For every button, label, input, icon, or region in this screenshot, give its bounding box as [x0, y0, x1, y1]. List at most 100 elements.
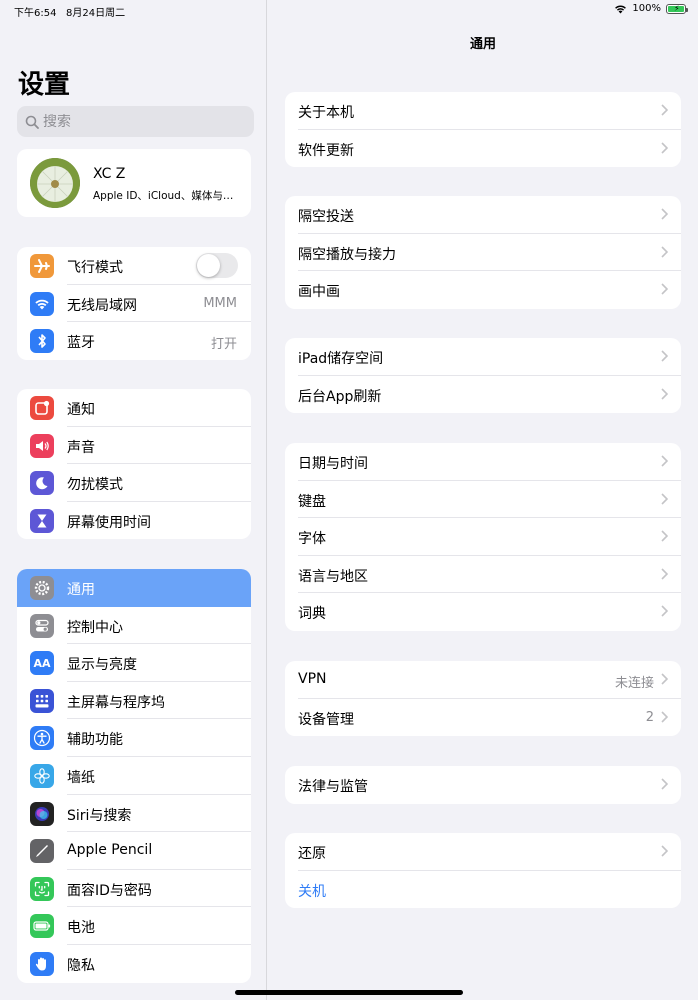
sidebar-item-siri[interactable]: Siri与搜索: [17, 795, 251, 833]
chevron-right-icon: [661, 845, 668, 857]
row-label: 隔空投送: [298, 209, 354, 225]
sidebar: 设置 XC Z Apple ID、iCloud、媒体与…: [0, 0, 267, 1000]
sidebar-item-sound[interactable]: 声音: [17, 427, 251, 465]
settings-group-reset: 还原 关机: [285, 833, 681, 909]
settings-row-keyboard[interactable]: 键盘: [285, 481, 681, 519]
sidebar-item-wallpaper[interactable]: 墙纸: [17, 757, 251, 795]
row-label: 后台App刷新: [298, 388, 382, 405]
vpn-status-value: 未连接: [614, 676, 654, 691]
status-right: 100% ⚡: [614, 3, 688, 14]
settings-group-legal: 法律与监管: [285, 766, 681, 804]
search-field[interactable]: [17, 106, 254, 137]
sidebar-item-label: 通知: [67, 402, 95, 418]
sidebar-item-accessibility[interactable]: 辅助功能: [17, 719, 251, 757]
settings-group-date-keyboard: 日期与时间 键盘 字体 语言与地区 词典: [285, 443, 681, 631]
settings-row-picture-in-picture[interactable]: 画中画: [285, 271, 681, 309]
settings-row-dictionary[interactable]: 词典: [285, 593, 681, 631]
settings-group-storage: iPad储存空间 后台App刷新: [285, 338, 681, 414]
wallpaper-icon: [30, 763, 54, 788]
sidebar-item-label: Siri与搜索: [67, 807, 132, 824]
sidebar-item-label: 蓝牙: [67, 335, 95, 352]
bluetooth-value: 打开: [210, 337, 237, 353]
sidebar-item-privacy[interactable]: 隐私: [17, 945, 251, 983]
search-icon: [25, 115, 39, 129]
sidebar-item-screen-time[interactable]: 屏幕使用时间: [17, 502, 251, 540]
page-title: 通用: [469, 37, 496, 52]
home-screen-icon: [30, 688, 54, 713]
sidebar-item-label: 控制中心: [67, 619, 123, 636]
siri-icon: [30, 801, 54, 826]
settings-row-airplay-handoff[interactable]: 隔空播放与接力: [285, 234, 681, 272]
settings-row-about[interactable]: 关于本机: [285, 92, 681, 130]
chevron-right-icon: [661, 350, 668, 362]
settings-row-background-refresh[interactable]: 后台App刷新: [285, 376, 681, 414]
settings-row-vpn[interactable]: VPN 未连接: [285, 661, 681, 699]
chevron-right-icon: [661, 673, 668, 685]
sidebar-item-label: 主屏幕与程序坞: [67, 694, 165, 711]
bluetooth-icon: [30, 329, 54, 354]
battery-percent: 100%: [632, 3, 661, 14]
sidebar-item-label: 声音: [67, 439, 95, 456]
settings-row-reset[interactable]: 还原: [285, 833, 681, 871]
notifications-group: 通知 声音 勿扰模式 屏幕使用时间: [17, 389, 251, 540]
settings-row-fonts[interactable]: 字体: [285, 518, 681, 556]
sidebar-item-label: 勿扰模式: [67, 477, 123, 494]
wifi-status-icon: [615, 5, 627, 13]
sidebar-item-airplane-mode[interactable]: 飞行模式: [17, 247, 251, 285]
row-label: 画中画: [298, 284, 340, 301]
sidebar-item-wifi[interactable]: 无线局域网 MMM: [17, 285, 251, 323]
settings-group-vpn: VPN 未连接 设备管理 2: [285, 661, 681, 737]
shut-down-button[interactable]: 关机: [285, 871, 681, 909]
row-label: 日期与时间: [298, 456, 368, 472]
device-management-count: 2: [645, 709, 654, 725]
moon-icon: [30, 471, 54, 496]
settings-row-date-time[interactable]: 日期与时间: [285, 443, 681, 481]
sound-icon: [30, 433, 54, 458]
battery-icon: [30, 914, 54, 939]
sidebar-item-home-screen[interactable]: 主屏幕与程序坞: [17, 682, 251, 720]
row-label: 词典: [298, 606, 326, 623]
sidebar-item-display[interactable]: AA 显示与亮度: [17, 644, 251, 682]
sidebar-item-face-id[interactable]: 面容ID与密码: [17, 870, 251, 908]
settings-row-legal[interactable]: 法律与监管: [285, 766, 681, 804]
airplane-mode-toggle[interactable]: [196, 253, 238, 278]
sidebar-item-label: 墙纸: [67, 769, 95, 786]
chevron-right-icon: [661, 711, 668, 723]
chevron-right-icon: [661, 283, 668, 295]
pencil-icon: [30, 839, 54, 864]
apple-id-profile[interactable]: XC Z Apple ID、iCloud、媒体与…: [17, 149, 251, 217]
sidebar-item-control-center[interactable]: 控制中心: [17, 607, 251, 645]
sidebar-item-general[interactable]: 通用: [17, 569, 251, 607]
settings-group-airdrop: 隔空投送 隔空播放与接力 画中画: [285, 196, 681, 309]
settings-row-software-update[interactable]: 软件更新: [285, 130, 681, 168]
sidebar-item-bluetooth[interactable]: 蓝牙 打开: [17, 322, 251, 360]
system-group: 通用 控制中心 AA 显示与亮度 主屏幕与程序坞 辅助功能 墙纸 Siri与搜索…: [17, 569, 251, 983]
search-input[interactable]: [43, 113, 243, 130]
airplane-icon: [30, 254, 54, 278]
status-time: 下午6:54: [14, 8, 57, 19]
chevron-right-icon: [661, 530, 668, 542]
avatar: [30, 158, 80, 208]
settings-row-airdrop[interactable]: 隔空投送: [285, 196, 681, 234]
sidebar-item-label: 面容ID与密码: [67, 882, 152, 899]
chevron-right-icon: [661, 455, 668, 467]
hand-icon: [30, 951, 54, 976]
sidebar-item-battery[interactable]: 电池: [17, 907, 251, 945]
control-center-icon: [30, 613, 54, 638]
home-indicator[interactable]: [235, 990, 463, 995]
settings-row-language-region[interactable]: 语言与地区: [285, 556, 681, 594]
sidebar-item-do-not-disturb[interactable]: 勿扰模式: [17, 464, 251, 502]
face-id-icon: [30, 876, 54, 901]
row-label: 软件更新: [298, 142, 354, 159]
hourglass-icon: [30, 508, 54, 533]
notifications-icon: [30, 396, 54, 420]
sidebar-item-apple-pencil[interactable]: Apple Pencil: [17, 832, 251, 870]
status-date: 8月24日周二: [66, 8, 126, 19]
sidebar-item-label: 通用: [67, 582, 95, 598]
sidebar-item-label: 辅助功能: [67, 732, 123, 749]
row-label: 键盘: [298, 493, 326, 510]
settings-row-device-management[interactable]: 设备管理 2: [285, 699, 681, 737]
chevron-right-icon: [661, 568, 668, 580]
settings-row-ipad-storage[interactable]: iPad储存空间: [285, 338, 681, 376]
sidebar-item-notifications[interactable]: 通知: [17, 389, 251, 427]
